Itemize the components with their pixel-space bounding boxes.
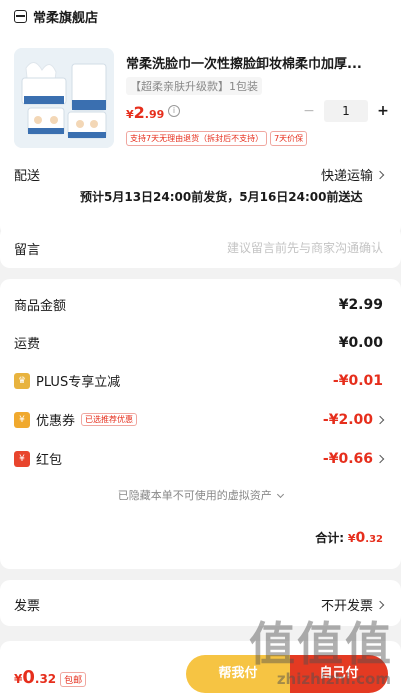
order-total: 合计: ¥0.32 <box>315 529 383 546</box>
plus-discount-value: -¥0.01 <box>332 372 383 389</box>
amount-card: 商品金额 ¥2.99 运费 ¥0.00 ♛ PLUS专享立减 -¥0.01 ¥ … <box>0 279 401 569</box>
order-item-card: 常柔旗舰店 常柔洗脸巾一次性擦脸卸妆棉柔巾加厚... 【超柔亲肤升级款】1包装 … <box>0 0 401 236</box>
product-spec[interactable]: 【超柔亲肤升级款】1包装 <box>126 77 262 95</box>
coupon-recommended-tag: 已选推荐优惠 <box>81 413 138 426</box>
chevron-right-icon <box>375 600 385 609</box>
product-image[interactable] <box>14 48 114 148</box>
info-icon[interactable]: i <box>168 105 180 117</box>
plus-discount-row: ♛ PLUS专享立减 -¥0.01 <box>14 371 383 390</box>
price-symbol: ¥ <box>126 108 134 121</box>
chevron-right-icon <box>375 454 385 463</box>
chevron-down-icon <box>277 490 285 499</box>
invoice-label: 发票 <box>14 599 41 614</box>
return-policy-tag: 支持7天无理由退货（拆封后不支持） <box>126 131 268 146</box>
coupon-value: -¥2.00 <box>322 411 373 428</box>
store-name: 常柔旗舰店 <box>33 11 99 26</box>
remark-row[interactable]: 留言 建议留言前先与商家沟通确认 <box>0 226 401 268</box>
redpacket-row[interactable]: ¥ 红包 -¥0.66 <box>14 449 385 468</box>
total-decimal: .32 <box>365 534 383 545</box>
quantity-input[interactable]: 1 <box>324 100 368 122</box>
chevron-right-icon <box>375 170 385 179</box>
freight-value: ¥0.00 <box>338 334 383 351</box>
free-shipping-tag: 包邮 <box>60 672 87 687</box>
self-pay-button[interactable]: 自己付 <box>290 655 388 693</box>
goods-amount-label: 商品金额 <box>14 299 67 314</box>
chevron-right-icon <box>375 415 385 424</box>
product-image-graphic <box>14 48 114 148</box>
decrease-button[interactable]: − <box>302 103 316 119</box>
shipping-method[interactable]: 快递运输 <box>320 165 385 184</box>
plus-discount-label: PLUS专享立减 <box>36 375 121 390</box>
total-symbol: ¥ <box>347 532 356 545</box>
goods-amount-row: 商品金额 ¥2.99 <box>14 295 383 315</box>
invoice-row[interactable]: 发票 不开发票 <box>0 580 401 626</box>
plus-crown-icon: ♛ <box>14 372 30 389</box>
remark-input[interactable]: 建议留言前先与商家沟通确认 <box>227 239 383 256</box>
redpacket-label: 红包 <box>36 453 63 468</box>
red-packet-icon: ¥ <box>14 450 30 467</box>
price-protect-tag: 7天价保 <box>270 131 308 146</box>
freight-label: 运费 <box>14 337 41 352</box>
price-integer: 2 <box>133 103 145 122</box>
pay-amount: ¥0.32 包邮 <box>14 667 87 688</box>
freight-row: 运费 ¥0.00 <box>14 333 383 353</box>
store-icon <box>14 10 27 23</box>
pay-bar: ¥0.32 包邮 帮我付 自己付 <box>0 641 401 700</box>
total-integer: 0 <box>355 530 366 546</box>
coupon-row[interactable]: ¥ 优惠券 已选推荐优惠 -¥2.00 <box>14 410 385 429</box>
product-title[interactable]: 常柔洗脸巾一次性擦脸卸妆棉柔巾加厚... <box>126 53 386 72</box>
store-header[interactable]: 常柔旗舰店 <box>14 7 98 26</box>
quantity-stepper: − 1 + <box>302 100 390 122</box>
invoice-value-text: 不开发票 <box>320 599 373 614</box>
price-decimal: .99 <box>144 108 165 121</box>
product-price: ¥2.99 <box>126 103 164 122</box>
help-pay-button[interactable]: 帮我付 <box>186 655 290 693</box>
pay-decimal: .32 <box>34 672 57 686</box>
pay-symbol: ¥ <box>14 672 23 686</box>
shipping-estimate: 预计5月13日24:00前发货，5月16日24:00前送达 <box>80 190 363 204</box>
total-label: 合计: <box>315 531 345 545</box>
goods-amount-value: ¥2.99 <box>338 296 383 313</box>
coupon-label: 优惠券 <box>36 414 76 429</box>
shipping-label: 配送 <box>14 169 41 184</box>
pay-integer: 0 <box>22 667 35 688</box>
increase-button[interactable]: + <box>376 103 390 119</box>
remark-label: 留言 <box>14 243 41 258</box>
coupon-icon: ¥ <box>14 411 30 428</box>
invoice-value: 不开发票 <box>320 595 385 614</box>
redpacket-value: -¥0.66 <box>322 450 373 467</box>
shipping-method-text: 快递运输 <box>320 169 373 184</box>
hidden-assets-toggle[interactable]: 已隐藏本单不可使用的虚拟资产 <box>0 487 401 503</box>
hidden-assets-text: 已隐藏本单不可使用的虚拟资产 <box>117 489 272 502</box>
service-tags: 支持7天无理由退货（拆封后不支持） 7天价保 <box>126 131 308 146</box>
